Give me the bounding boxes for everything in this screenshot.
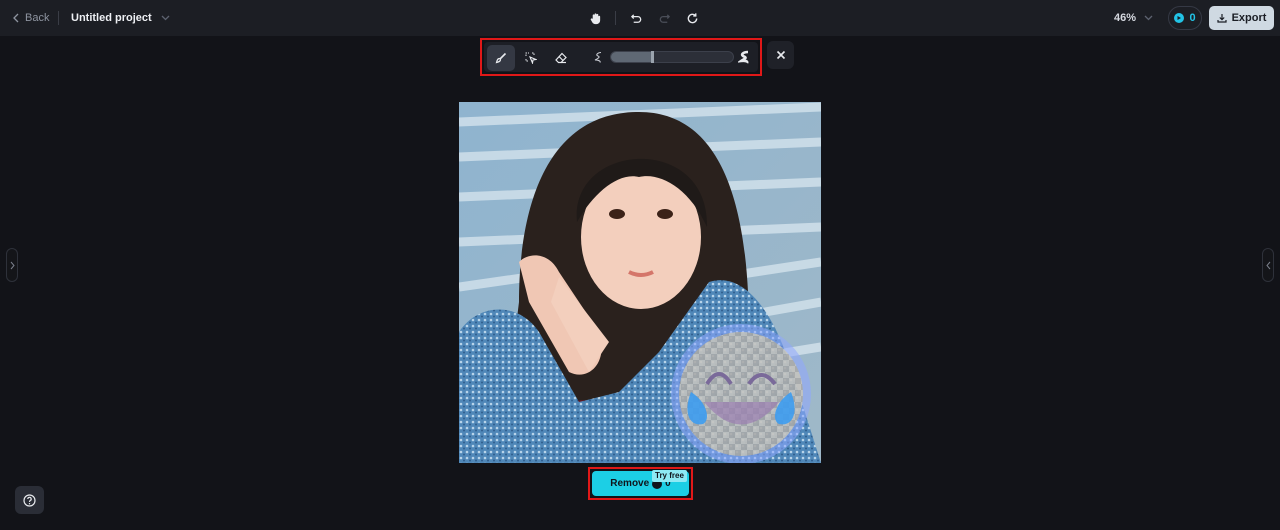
brush-size-slider[interactable] bbox=[610, 51, 734, 63]
close-brush-toolbar-button[interactable] bbox=[767, 41, 794, 69]
zoom-level-dropdown[interactable]: 46% bbox=[1114, 0, 1153, 36]
left-panel-toggle[interactable] bbox=[6, 248, 18, 282]
project-title-dropdown[interactable]: Untitled project bbox=[71, 0, 170, 36]
help-button[interactable] bbox=[15, 486, 44, 514]
refresh-icon bbox=[687, 12, 697, 23]
download-icon bbox=[1216, 14, 1227, 23]
canvas-tools bbox=[584, 0, 703, 36]
brush-tool-button[interactable] bbox=[487, 45, 515, 71]
redo-button[interactable] bbox=[653, 7, 675, 29]
brush-size-small-icon bbox=[594, 51, 602, 63]
chevron-left-icon bbox=[13, 13, 19, 23]
slider-fill bbox=[611, 52, 653, 62]
zoom-level: 46% bbox=[1114, 12, 1137, 24]
credit-coin-icon bbox=[1174, 13, 1185, 23]
divider bbox=[58, 11, 59, 25]
remove-label: Remove bbox=[610, 478, 650, 489]
reset-button[interactable] bbox=[681, 7, 703, 29]
slider-thumb[interactable] bbox=[651, 51, 655, 63]
canvas-image[interactable] bbox=[459, 102, 821, 463]
help-icon bbox=[23, 493, 36, 507]
top-bar: Back Untitled project 46% 0 Export bbox=[0, 0, 1280, 36]
chevron-left-icon bbox=[1265, 261, 1270, 269]
back-button[interactable]: Back bbox=[12, 0, 49, 36]
export-button[interactable]: Export bbox=[1209, 6, 1274, 30]
remove-button-highlight: Remove 0 Try free bbox=[588, 467, 693, 500]
credits-badge[interactable]: 0 bbox=[1168, 6, 1202, 30]
undo-icon bbox=[630, 13, 641, 23]
export-label: Export bbox=[1231, 12, 1267, 24]
brush-toolbar bbox=[480, 38, 762, 76]
close-icon bbox=[776, 50, 785, 60]
hand-icon bbox=[590, 12, 600, 24]
portrait-photo bbox=[459, 102, 821, 463]
brush-size-large-icon bbox=[738, 50, 749, 64]
brush-toolbar-panel bbox=[484, 42, 758, 72]
right-panel-toggle[interactable] bbox=[1262, 248, 1274, 282]
try-free-badge: Try free bbox=[652, 470, 687, 482]
eraser-icon bbox=[555, 52, 567, 64]
eraser-tool-button[interactable] bbox=[547, 45, 575, 71]
back-label: Back bbox=[25, 12, 50, 24]
project-title: Untitled project bbox=[71, 12, 152, 24]
select-cursor-icon bbox=[525, 52, 537, 64]
undo-button[interactable] bbox=[625, 7, 647, 29]
lasso-select-tool-button[interactable] bbox=[517, 45, 545, 71]
chevron-right-icon bbox=[10, 261, 15, 269]
credits-count: 0 bbox=[1189, 12, 1196, 24]
redo-icon bbox=[659, 13, 670, 23]
chevron-down-icon bbox=[161, 15, 170, 21]
chevron-down-icon bbox=[1144, 15, 1153, 21]
hand-tool-button[interactable] bbox=[584, 7, 606, 29]
brush-icon bbox=[495, 52, 507, 64]
divider bbox=[615, 11, 616, 25]
